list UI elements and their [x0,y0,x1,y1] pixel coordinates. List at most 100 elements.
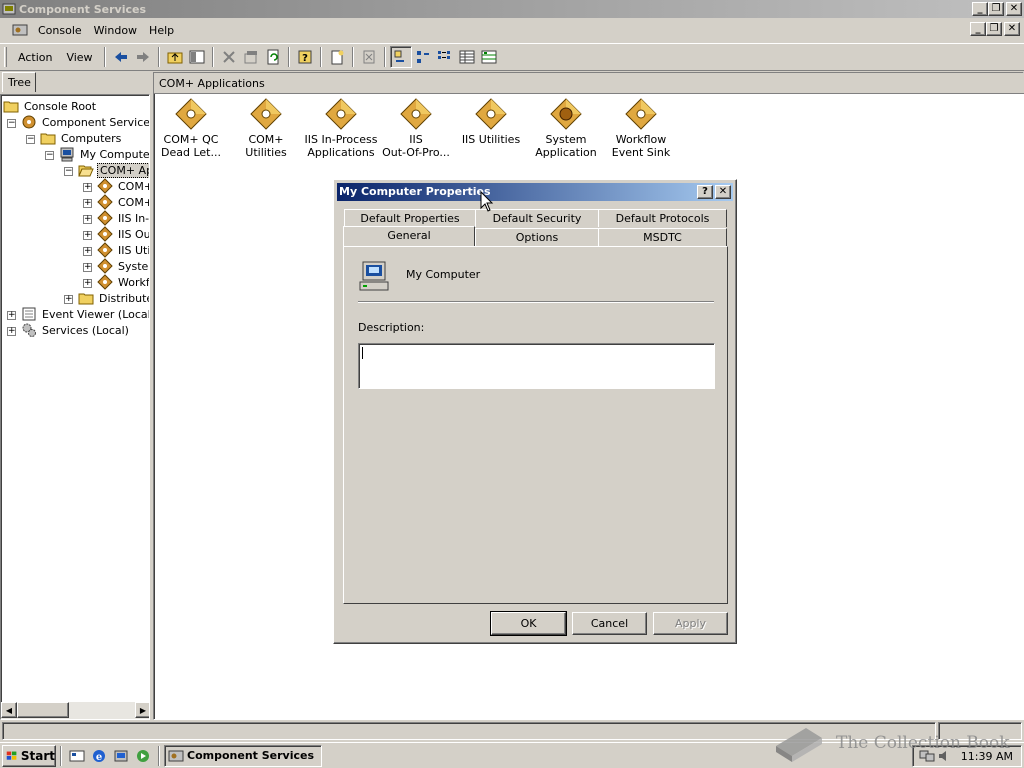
toolbar-grip[interactable] [4,47,7,67]
app-tile[interactable]: IIS Utilities [454,97,528,146]
minimize-button[interactable]: _ [972,2,988,16]
properties-icon [244,51,257,64]
start-button[interactable]: Start [2,744,56,767]
dialog-help-button[interactable]: ? [697,185,713,199]
description-field[interactable] [358,343,715,389]
refresh-button[interactable] [262,46,284,68]
expand-toggle[interactable]: + [83,183,92,192]
app-tile[interactable]: COM+ Utilities [229,97,303,159]
tree-item-distributed[interactable]: Distributed [78,290,149,306]
scroll-right-button[interactable]: ▶ [135,702,149,718]
tree-item-app[interactable]: COM+ [97,178,149,194]
scroll-thumb[interactable] [17,702,69,718]
book-logo-icon [776,728,822,762]
up-level-button[interactable] [164,46,186,68]
quicklaunch-media[interactable] [132,745,154,767]
tree-item-app[interactable]: COM+ [97,194,149,210]
app-tile[interactable]: Workflow Event Sink [604,97,678,159]
media-player-icon [137,749,149,762]
horizontal-scrollbar[interactable]: ◀ ▶ [1,702,149,719]
help-button[interactable]: ? [294,46,316,68]
view-menu[interactable]: View [59,49,99,66]
delete-button[interactable] [218,46,240,68]
com-app-icon [97,274,113,290]
tab-msdtc[interactable]: MSDTC [598,228,727,246]
detail-view-button[interactable] [456,46,478,68]
scroll-left-button[interactable]: ◀ [1,702,17,718]
expand-toggle[interactable]: − [7,119,16,128]
restore-button[interactable]: ❐ [988,2,1004,16]
properties-button[interactable] [240,46,262,68]
expand-toggle[interactable]: + [7,327,16,336]
expand-toggle[interactable]: + [64,295,73,304]
dialog-close-button[interactable]: ✕ [715,185,731,199]
app-tile[interactable]: IIS In-Process Applications [304,97,378,159]
com-app-icon [475,98,507,130]
taskbar-button-component-services[interactable]: Component Services [164,744,322,767]
tree-item-app[interactable]: IIS Uti [97,242,149,258]
action-menu[interactable]: Action [11,49,59,66]
com-app-icon [400,98,432,130]
menu-console[interactable]: Console [32,24,88,37]
delete-x-icon [222,51,235,63]
tab-general[interactable]: General [343,226,475,246]
tree-item-app[interactable]: Syster [97,258,149,274]
mdi-restore-button[interactable]: ❐ [986,22,1002,36]
expand-toggle[interactable]: + [83,231,92,240]
expand-toggle[interactable]: − [26,135,35,144]
expand-toggle[interactable]: + [83,247,92,256]
tab-options[interactable]: Options [475,228,599,246]
tree-item-console-root[interactable]: Console Root [3,98,98,114]
small-icons-view-button[interactable] [412,46,434,68]
expand-toggle[interactable]: − [64,167,73,176]
new-item-button[interactable] [326,46,348,68]
component-services-icon [168,750,184,761]
tab-default-properties[interactable]: Default Properties [344,209,476,227]
tab-tree[interactable]: Tree [2,72,36,92]
app-tile[interactable]: IIS Out-Of-Pro... [379,97,453,159]
tree-item-computers[interactable]: Computers [40,130,123,146]
expand-toggle[interactable]: + [7,311,16,320]
tree-item-my-computer[interactable]: My Computer [59,146,149,162]
quicklaunch-desktop[interactable] [66,745,88,767]
show-hide-tree-button[interactable] [186,46,208,68]
ok-button[interactable]: OK [490,611,567,636]
quicklaunch-ie[interactable]: e [88,745,110,767]
component-status-icon [481,50,497,64]
forward-arrow-icon [136,52,149,62]
quicklaunch-explorer[interactable] [110,745,132,767]
component-view-button[interactable] [478,46,500,68]
back-button[interactable] [110,46,132,68]
large-icons-view-button[interactable] [389,46,412,68]
forward-button[interactable] [132,46,154,68]
open-folder-icon [78,165,94,177]
list-view-button[interactable] [434,46,456,68]
tab-default-protocols[interactable]: Default Protocols [598,209,727,227]
expand-toggle[interactable]: + [83,263,92,272]
cancel-button[interactable]: Cancel [572,612,647,635]
app-tile[interactable]: System Application [529,97,603,159]
close-button[interactable]: ✕ [1006,2,1022,16]
tree-item-app[interactable]: Workf [97,274,149,290]
tree-item-app[interactable]: IIS In- [97,210,149,226]
stop-button[interactable] [358,46,380,68]
expand-toggle[interactable]: + [83,279,92,288]
menu-window[interactable]: Window [88,24,143,37]
tree-item-component-services[interactable]: Component Services [21,114,149,130]
apply-button[interactable]: Apply [653,612,728,635]
tree-item-com-applications[interactable]: COM+ Ap [78,162,149,178]
expand-toggle[interactable]: + [83,199,92,208]
mdi-close-button[interactable]: ✕ [1004,22,1020,36]
expand-toggle[interactable]: + [83,215,92,224]
mdi-minimize-button[interactable]: _ [970,22,986,36]
tree-item-app[interactable]: IIS Ou [97,226,149,242]
app-tile[interactable]: COM+ QC Dead Let... [154,97,228,159]
expand-toggle[interactable]: − [45,151,54,160]
tree-pane: Tree Console Root − Component Services −… [0,72,150,720]
properties-dialog: My Computer Properties ? ✕ Default Prope… [333,179,737,644]
tree-item-services[interactable]: Services (Local) [21,322,131,338]
tree-item-event-viewer[interactable]: Event Viewer (Local) [21,306,149,322]
dialog-title-bar[interactable]: My Computer Properties ? ✕ [337,183,733,201]
menu-help[interactable]: Help [143,24,180,37]
window-title-bar[interactable]: Component Services _ ❐ ✕ [0,0,1024,18]
